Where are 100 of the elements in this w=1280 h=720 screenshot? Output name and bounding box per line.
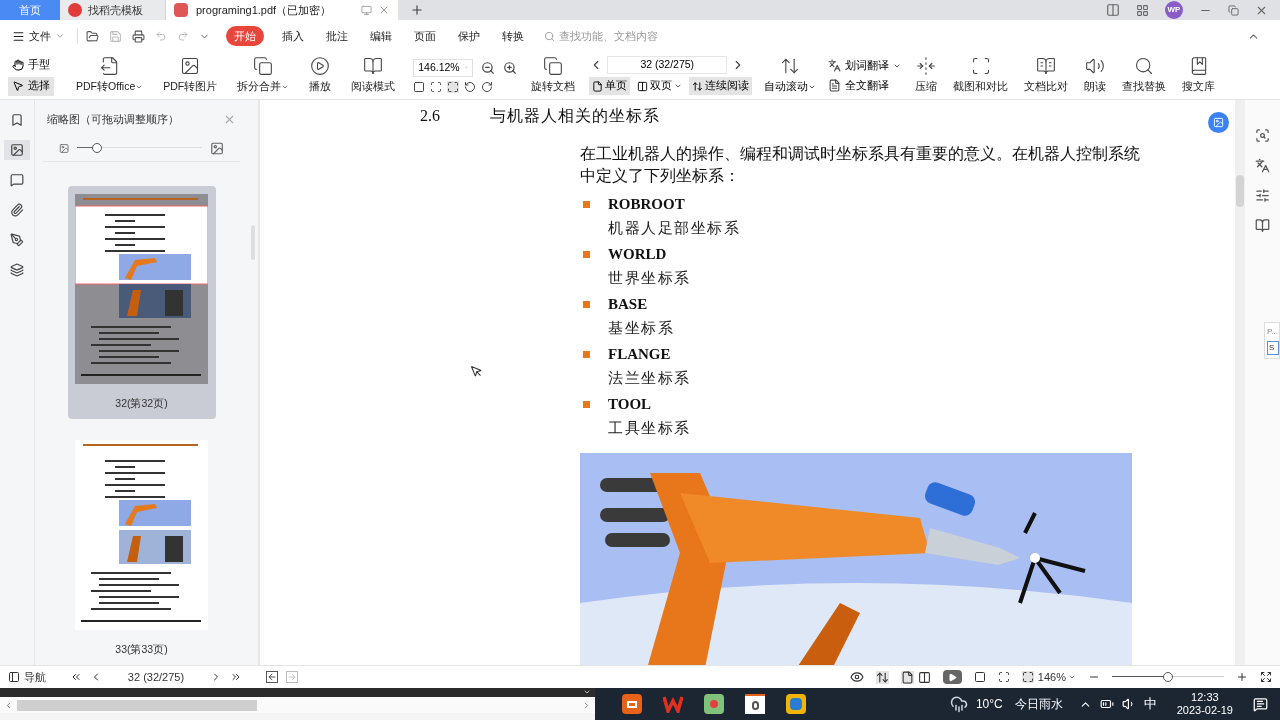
clock-time[interactable]: 12:33 xyxy=(1191,691,1219,704)
grid-icon[interactable] xyxy=(1136,3,1149,17)
new-tab-icon[interactable] xyxy=(410,3,424,17)
bullet-square xyxy=(583,301,590,308)
file-menu[interactable]: 文件 xyxy=(8,27,69,45)
toolbar-button[interactable]: 自动滚动 xyxy=(760,56,821,95)
play-button[interactable] xyxy=(942,670,962,684)
weather-text[interactable]: 今日雨水 xyxy=(1014,695,1063,713)
notification-icon[interactable] xyxy=(1253,696,1268,712)
ribbon-tab[interactable]: 页面 xyxy=(410,25,440,47)
navigation-button[interactable]: 导航 xyxy=(8,668,46,686)
translate-button[interactable]: 划词翻译 xyxy=(828,57,902,74)
ribbon-tab[interactable]: 编辑 xyxy=(366,25,396,47)
ribbon-tab[interactable]: 开始 xyxy=(226,25,264,47)
caret-icon xyxy=(135,83,144,91)
thumbnail-card[interactable]: 32(第32页) xyxy=(67,185,216,419)
translate-button[interactable]: 全文翻译 xyxy=(828,77,902,94)
page-thumbnail[interactable] xyxy=(75,193,208,384)
battery-icon[interactable] xyxy=(1099,697,1114,711)
restore-icon[interactable] xyxy=(1228,4,1239,16)
weather-icon[interactable] xyxy=(949,695,968,713)
toolbar-button[interactable]: 文档比对 xyxy=(1018,56,1075,95)
ribbon-tab[interactable]: 插入 xyxy=(278,25,308,47)
app-icon[interactable] xyxy=(786,694,806,714)
toolbar-button[interactable]: PDF转Office xyxy=(70,56,150,95)
window-tab[interactable]: programing1.pdf（已加密） xyxy=(166,0,398,20)
clock-date[interactable]: 2023-02-19 xyxy=(1176,704,1233,717)
zoom-in-icon[interactable] xyxy=(503,60,518,75)
fit-page-icon[interactable] xyxy=(430,80,443,93)
ribbon-tab[interactable]: 保护 xyxy=(454,25,484,47)
floating-action-button[interactable] xyxy=(1208,112,1229,133)
sidebar-tab[interactable] xyxy=(4,140,30,160)
zoom-dropdown[interactable]: 146% xyxy=(1037,668,1076,686)
input-method[interactable]: 中 xyxy=(1143,694,1157,714)
pen-icon xyxy=(10,233,24,247)
fit-width-icon[interactable] xyxy=(447,80,460,93)
toolbar-button[interactable]: 旋转文档 xyxy=(525,56,582,95)
large-image-icon[interactable] xyxy=(209,140,224,156)
toolbar-button[interactable]: 查找替换 xyxy=(1116,56,1173,95)
reading-view-icon[interactable] xyxy=(1106,3,1120,17)
print-icon[interactable] xyxy=(132,29,145,43)
translate-icon[interactable] xyxy=(1255,158,1270,173)
rotate-left-icon[interactable] xyxy=(464,80,477,93)
toolbar-button[interactable]: 播放 xyxy=(303,56,338,95)
ribbon-tab[interactable]: 转换 xyxy=(498,25,528,47)
scrollbar-thumb[interactable] xyxy=(17,699,257,711)
vertical-arrows-icon[interactable] xyxy=(875,670,889,684)
window-tab[interactable]: 找稻壳模板 xyxy=(60,0,166,20)
zoom-slider[interactable] xyxy=(1112,672,1224,682)
rotate-right-icon[interactable] xyxy=(481,80,494,93)
sliders-icon[interactable] xyxy=(1255,188,1270,203)
close-icon[interactable] xyxy=(378,4,390,16)
thumbnail-card[interactable]: 33(第33页) xyxy=(67,431,216,665)
first-page-icon[interactable] xyxy=(70,671,82,683)
page-number-field[interactable]: 32 (32/275) xyxy=(114,668,198,686)
zoom-field[interactable]: 146.12% xyxy=(413,58,474,77)
search-field[interactable]: 查找功能、文档内容 xyxy=(544,27,709,45)
zoom-out-icon[interactable] xyxy=(481,60,496,75)
toolbar-button[interactable]: 截图和对比 xyxy=(947,56,1015,95)
view-mode-button[interactable]: 连续阅读 xyxy=(689,77,753,95)
view-mode-button[interactable]: 双页 xyxy=(634,77,686,95)
open-icon[interactable] xyxy=(86,29,99,43)
temperature[interactable]: 10°C xyxy=(975,695,1003,713)
last-page-icon[interactable] xyxy=(230,671,242,683)
user-avatar[interactable]: WP xyxy=(1165,1,1183,19)
fit-width-icon[interactable] xyxy=(1021,671,1034,683)
page-icon[interactable] xyxy=(900,670,914,684)
view-mode-button[interactable]: 单页 xyxy=(589,77,631,95)
zoom-in-icon[interactable] xyxy=(1236,671,1248,683)
file-convert-icon xyxy=(99,56,120,77)
eye-icon[interactable] xyxy=(849,670,864,684)
pointer-tool[interactable]: 手型 xyxy=(8,55,54,75)
app-icon[interactable] xyxy=(622,694,642,714)
actual-size-icon[interactable] xyxy=(973,671,986,683)
search-text-icon[interactable] xyxy=(1255,128,1270,143)
page-thumbnail[interactable] xyxy=(75,439,208,630)
scroll-left-icon[interactable] xyxy=(4,700,13,710)
small-image-icon[interactable] xyxy=(59,142,70,154)
page-label: 32(第32页) xyxy=(115,395,168,411)
book-search-icon[interactable] xyxy=(1255,218,1270,233)
book-icon xyxy=(363,56,384,77)
actual-size-icon[interactable] xyxy=(413,80,426,93)
toolbar-button[interactable]: 朗读 xyxy=(1078,56,1113,95)
caret-icon[interactable] xyxy=(583,688,591,696)
toolbar-button[interactable]: 搜文库 xyxy=(1176,56,1222,95)
size-slider[interactable] xyxy=(77,143,202,154)
scrollbar-thumb[interactable] xyxy=(1236,175,1244,207)
fullscreen-icon[interactable] xyxy=(1260,671,1272,683)
app-icon[interactable] xyxy=(745,694,765,714)
pointer-tool[interactable]: 选择 xyxy=(8,76,54,96)
ribbon-tab[interactable]: 批注 xyxy=(322,25,352,47)
toolbar-button[interactable]: 阅读模式 xyxy=(345,56,402,95)
back-icon[interactable] xyxy=(266,671,278,683)
toolbar-button[interactable]: PDF转图片 xyxy=(157,56,224,95)
scroll-right-icon[interactable] xyxy=(582,700,591,710)
toolbar-button[interactable]: 压缩 xyxy=(909,56,944,95)
toolbar-button[interactable]: 拆分合并 xyxy=(231,56,296,95)
page-number-field[interactable]: 32 (32/275) xyxy=(607,56,728,74)
fit-page-icon[interactable] xyxy=(997,671,1010,683)
two-page-icon[interactable] xyxy=(917,670,931,684)
